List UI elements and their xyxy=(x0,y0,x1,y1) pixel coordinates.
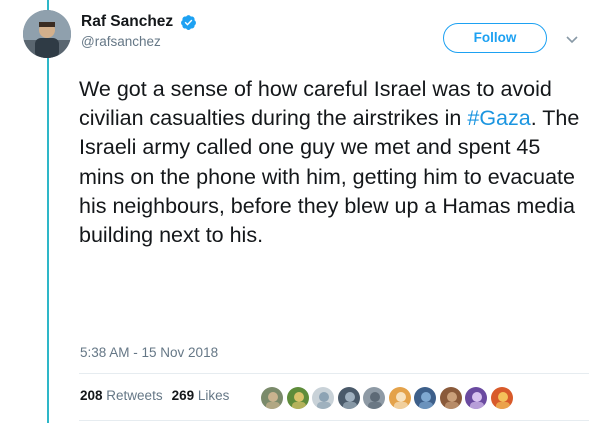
retweets-stat[interactable]: 208 Retweets xyxy=(80,388,163,403)
liker-avatar[interactable] xyxy=(260,386,284,410)
likes-stat[interactable]: 269 Likes xyxy=(172,388,230,403)
author-display-name[interactable]: Raf Sanchez xyxy=(81,13,173,31)
verified-badge-icon xyxy=(180,14,197,31)
retweets-count: 208 xyxy=(80,388,103,403)
liker-avatar[interactable] xyxy=(285,386,310,410)
likes-label: Likes xyxy=(197,388,230,403)
liker-avatar[interactable] xyxy=(387,386,412,410)
liker-avatar[interactable] xyxy=(336,386,361,410)
author-avatar[interactable] xyxy=(23,10,71,58)
divider xyxy=(79,373,589,374)
liker-avatar[interactable] xyxy=(438,386,463,410)
tweet-stats: 208 Retweets 269 Likes xyxy=(80,388,229,403)
author-name-block: Raf Sanchez @rafsanchez xyxy=(81,13,197,49)
liker-avatar[interactable] xyxy=(362,386,386,410)
chevron-down-icon[interactable] xyxy=(566,32,578,44)
likes-count: 269 xyxy=(171,388,195,403)
author-handle[interactable]: @rafsanchez xyxy=(81,34,197,49)
retweets-label: Retweets xyxy=(106,388,163,403)
follow-button[interactable]: Follow xyxy=(443,23,547,53)
divider xyxy=(79,420,589,421)
hashtag-link[interactable]: #Gaza xyxy=(467,106,530,130)
tweet-timestamp[interactable]: 5:38 AM - 15 Nov 2018 xyxy=(80,345,218,360)
tweet-text: We got a sense of how careful Israel was… xyxy=(79,75,589,250)
liker-avatar[interactable] xyxy=(413,386,437,410)
liker-avatar[interactable] xyxy=(464,386,488,410)
tweet-header: Raf Sanchez @rafsanchez Follow xyxy=(0,10,604,65)
liker-avatar[interactable] xyxy=(489,386,514,410)
liker-avatar[interactable] xyxy=(311,386,335,410)
